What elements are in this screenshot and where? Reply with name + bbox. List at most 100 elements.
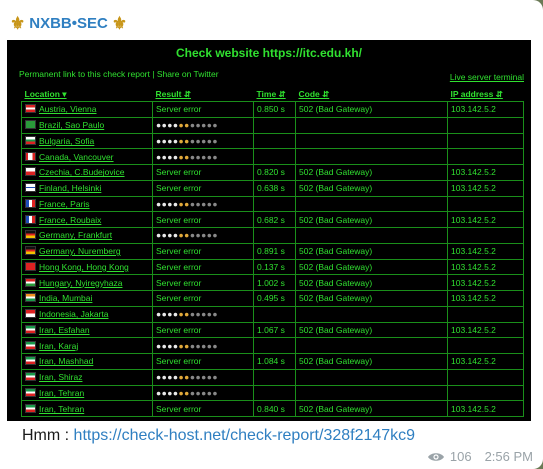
table-row: Austria, Vienna Server error 0.850 s 502 (B… <box>21 101 524 118</box>
location-cell: India, Mumbai <box>21 290 153 307</box>
time-cell <box>253 148 296 165</box>
ip-cell: 103.142.5.2 <box>447 258 524 276</box>
code-cell <box>295 384 448 402</box>
location-cell: France, Roubaix <box>21 211 153 228</box>
report-link[interactable]: https://check-host.net/check-report/328f… <box>74 427 416 444</box>
country-flag-icon <box>25 104 36 114</box>
country-flag-icon <box>25 277 36 287</box>
location-cell: Germany, Nuremberg <box>21 242 153 260</box>
loading-indicator: ●●●●●●●●●●● <box>152 148 254 165</box>
code-cell: 502 (Bad Gateway) <box>295 179 448 197</box>
code-cell <box>295 337 448 354</box>
location-cell: Iran, Tehran <box>21 384 153 402</box>
ip-cell: 103.142.5.2 <box>447 211 524 228</box>
country-flag-icon <box>25 246 36 256</box>
location-label: Germany, Nuremberg <box>39 246 121 257</box>
country-flag-icon <box>25 309 36 319</box>
country-flag-icon <box>25 372 36 382</box>
country-flag-icon <box>25 198 36 208</box>
share-twitter-link: Share on Twitter <box>156 69 219 79</box>
location-cell: Brazil, Sao Paulo <box>21 116 153 134</box>
screenshot-image[interactable]: Check website https://itc.edu.kh/ Perman… <box>7 40 531 421</box>
table-row: Hungary, Nyiregyhaza Server error 1.002 s5… <box>21 274 524 291</box>
location-cell: Iran, Esfahan <box>21 321 153 339</box>
location-label: Indonesia, Jakarta <box>39 309 109 320</box>
time-cell: 0.850 s <box>253 101 296 118</box>
result-cell: Server error <box>152 242 254 260</box>
location-cell: Finland, Helsinki <box>21 179 153 197</box>
message-card: ⚜ NXBB•SEC ⚜ Check website https://itc.e… <box>0 0 543 469</box>
result-cell: Server error <box>152 179 254 197</box>
location-label: Iran, Tehran <box>39 403 85 414</box>
time-cell: 0.682 s <box>253 211 296 228</box>
ip-cell <box>447 368 524 386</box>
ip-cell: 103.142.5.2 <box>447 321 524 339</box>
ip-cell: 103.142.5.2 <box>447 179 524 197</box>
fleur-de-lis-icon: ⚜ <box>10 13 26 33</box>
location-label: Finland, Helsinki <box>39 183 102 194</box>
location-cell: France, Paris <box>21 195 153 213</box>
location-label: Iran, Tehran <box>39 387 85 398</box>
country-flag-icon <box>25 120 36 130</box>
permalink-link: Permanent link to this check report <box>19 69 150 79</box>
country-flag-icon <box>25 151 36 161</box>
code-cell: 502 (Bad Gateway) <box>295 400 448 417</box>
country-flag-icon <box>25 214 36 224</box>
result-cell: Server error <box>152 353 254 370</box>
code-cell: 502 (Bad Gateway) <box>295 274 448 291</box>
location-label: Iran, Karaj <box>39 340 79 351</box>
table-row: Iran, Esfahan Server error 1.067 s 502 (Bad… <box>21 321 524 339</box>
message-meta: 106 2:56 PM <box>427 449 533 464</box>
location-label: Bulgaria, Sofia <box>39 135 95 146</box>
ip-cell <box>447 337 524 354</box>
code-cell: 502 (Bad Gateway) <box>295 211 448 228</box>
code-cell: 502 (Bad Gateway) <box>295 353 448 370</box>
live-terminal-link: Live server terminal <box>449 72 524 82</box>
location-label: Iran, Esfahan <box>39 324 90 335</box>
loading-indicator: ●●●●●●●●●●● <box>152 305 254 323</box>
ip-cell <box>447 195 524 213</box>
code-cell: 502 (Bad Gateway) <box>295 290 448 307</box>
time-cell <box>253 337 296 354</box>
location-cell: Germany, Frankfurt <box>21 227 153 244</box>
code-cell: 502 (Bad Gateway) <box>295 258 448 276</box>
table-row: Brazil, Sao Paulo ●●●●●●●●●●● <box>21 116 524 134</box>
sender-name[interactable]: NXBB•SEC <box>29 15 108 32</box>
ip-cell: 103.142.5.2 <box>447 164 524 181</box>
location-cell: Bulgaria, Sofia <box>21 132 153 150</box>
location-cell: Hong Kong, Hong Kong <box>21 258 153 276</box>
message-caption: Hmm : https://check-host.net/check-repor… <box>22 427 415 445</box>
ip-cell <box>447 116 524 134</box>
location-cell: Indonesia, Jakarta <box>21 305 153 323</box>
code-cell <box>295 195 448 213</box>
ip-cell: 103.142.5.2 <box>447 400 524 417</box>
country-flag-icon <box>25 356 36 366</box>
code-cell <box>295 305 448 323</box>
time-cell <box>253 305 296 323</box>
code-cell <box>295 368 448 386</box>
time-cell: 0.820 s <box>253 164 296 181</box>
link-separator: | <box>149 69 157 79</box>
time-cell: 1.002 s <box>253 274 296 291</box>
sender-header[interactable]: ⚜ NXBB•SEC ⚜ <box>10 11 127 35</box>
time-cell <box>253 227 296 244</box>
caption-prefix: Hmm : <box>22 427 74 444</box>
header-result: Result ⇵ <box>152 87 254 102</box>
time-cell: 0.495 s <box>253 290 296 307</box>
loading-indicator: ●●●●●●●●●●● <box>152 337 254 354</box>
table-row: Iran, Tehran ●●●●●●●●●●● <box>21 384 524 402</box>
time-cell: 0.840 s <box>253 400 296 417</box>
results-table: Location ▾ Result ⇵ Time ⇵ Code ⇵ IP add… <box>21 87 524 417</box>
country-flag-icon <box>25 403 36 413</box>
ip-cell <box>447 305 524 323</box>
code-cell: 502 (Bad Gateway) <box>295 242 448 260</box>
loading-indicator: ●●●●●●●●●●● <box>152 195 254 213</box>
table-row: Bulgaria, Sofia ●●●●●●●●●●● <box>21 132 524 150</box>
location-label: Iran, Mashhad <box>39 356 94 367</box>
location-label: France, Roubaix <box>39 214 102 225</box>
location-label: Austria, Vienna <box>39 104 97 115</box>
loading-indicator: ●●●●●●●●●●● <box>152 227 254 244</box>
table-row: Iran, Tehran Server error 0.840 s 502 (Bad … <box>21 400 524 417</box>
code-cell <box>295 148 448 165</box>
location-label: France, Paris <box>39 198 90 209</box>
